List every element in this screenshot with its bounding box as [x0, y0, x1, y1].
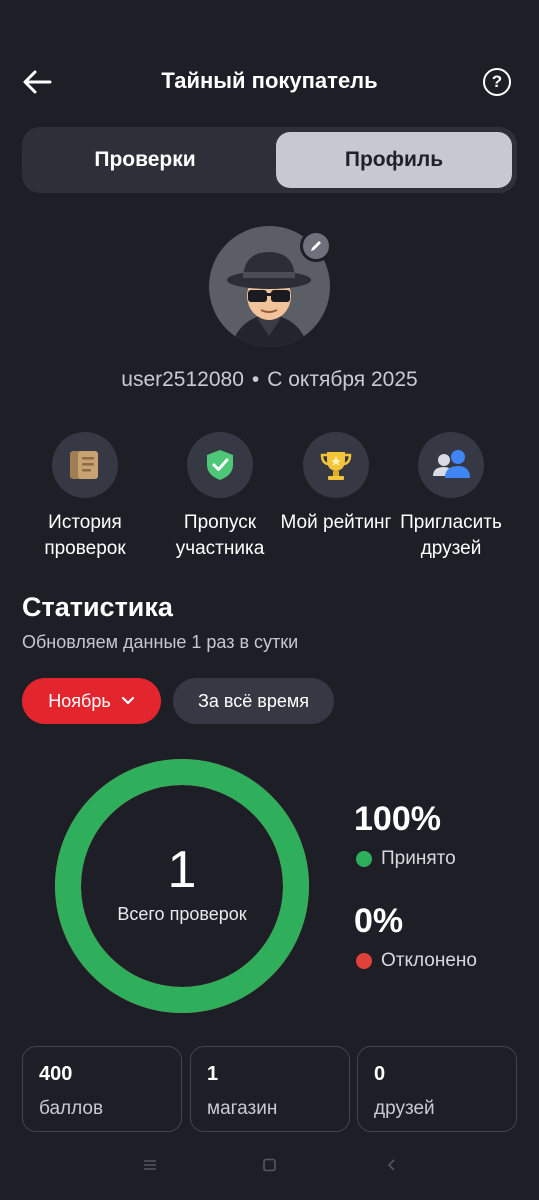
action-rating-label: Мой рейтинг [280, 512, 392, 533]
stores-value: 1 [207, 1063, 219, 1085]
month-filter-label: Ноябрь [48, 690, 111, 711]
tab-profile[interactable]: Профиль [276, 132, 512, 188]
action-pass[interactable]: Пропуск участника [155, 432, 285, 562]
friends-value: 0 [374, 1063, 386, 1085]
accepted-label: Принято [381, 848, 456, 869]
tab-checks[interactable]: Проверки [27, 132, 263, 188]
month-filter-dropdown[interactable]: Ноябрь [22, 678, 161, 724]
member-since: С октября 2025 [267, 368, 418, 391]
rejected-percent: 0% [354, 902, 404, 940]
legend-accepted: Принято [356, 848, 456, 870]
action-rating[interactable]: Мой рейтинг [271, 432, 401, 536]
segmented-control: Проверки Профиль [22, 127, 517, 193]
action-invite-label: Пригласить друзей [400, 512, 502, 559]
action-history[interactable]: История проверок [20, 432, 150, 562]
action-invite[interactable]: Пригласить друзей [386, 432, 516, 562]
quick-actions: История проверок Пропуск участника Мой р… [0, 432, 539, 562]
history-document-icon [52, 432, 118, 498]
points-value: 400 [39, 1063, 73, 1085]
help-icon[interactable]: ? [483, 68, 511, 96]
home-square-icon[interactable] [262, 1156, 278, 1177]
shield-check-icon [187, 432, 253, 498]
friends-card: 0 друзей [357, 1046, 517, 1132]
stats-title: Статистика [22, 592, 173, 622]
chevron-down-icon [121, 696, 135, 706]
header: Тайный покупатель ? [0, 50, 539, 114]
total-checks-label: Всего проверок [117, 904, 247, 924]
points-unit: баллов [39, 1098, 104, 1119]
menu-icon[interactable] [142, 1156, 158, 1177]
stores-unit: магазин [207, 1098, 278, 1119]
username: user2512080 [121, 368, 244, 391]
action-pass-label: Пропуск участника [175, 512, 265, 559]
legend-rejected: Отклонено [356, 950, 477, 972]
user-info-line: user2512080 • С октября 2025 [0, 368, 539, 392]
accepted-percent: 100% [354, 800, 441, 838]
page-title: Тайный покупатель [161, 68, 378, 93]
friends-unit: друзей [374, 1098, 435, 1119]
system-navbar [0, 1156, 539, 1180]
points-card: 400 баллов [22, 1046, 182, 1132]
total-checks-value: 1 [167, 841, 197, 899]
rejected-dot-icon [356, 953, 372, 969]
trophy-icon [303, 432, 369, 498]
stats-subtitle: Обновляем данные 1 раз в сутки [22, 632, 299, 652]
avatar-container [209, 226, 332, 347]
separator-dot: • [251, 368, 260, 391]
edit-pencil-icon[interactable] [300, 230, 332, 262]
back-chevron-icon[interactable] [385, 1156, 397, 1177]
action-history-label: История проверок [44, 512, 126, 559]
users-icon [418, 432, 484, 498]
rejected-label: Отклонено [381, 950, 477, 971]
accepted-dot-icon [356, 851, 372, 867]
stores-card: 1 магазин [190, 1046, 350, 1132]
all-time-filter-chip[interactable]: За всё время [173, 678, 334, 724]
